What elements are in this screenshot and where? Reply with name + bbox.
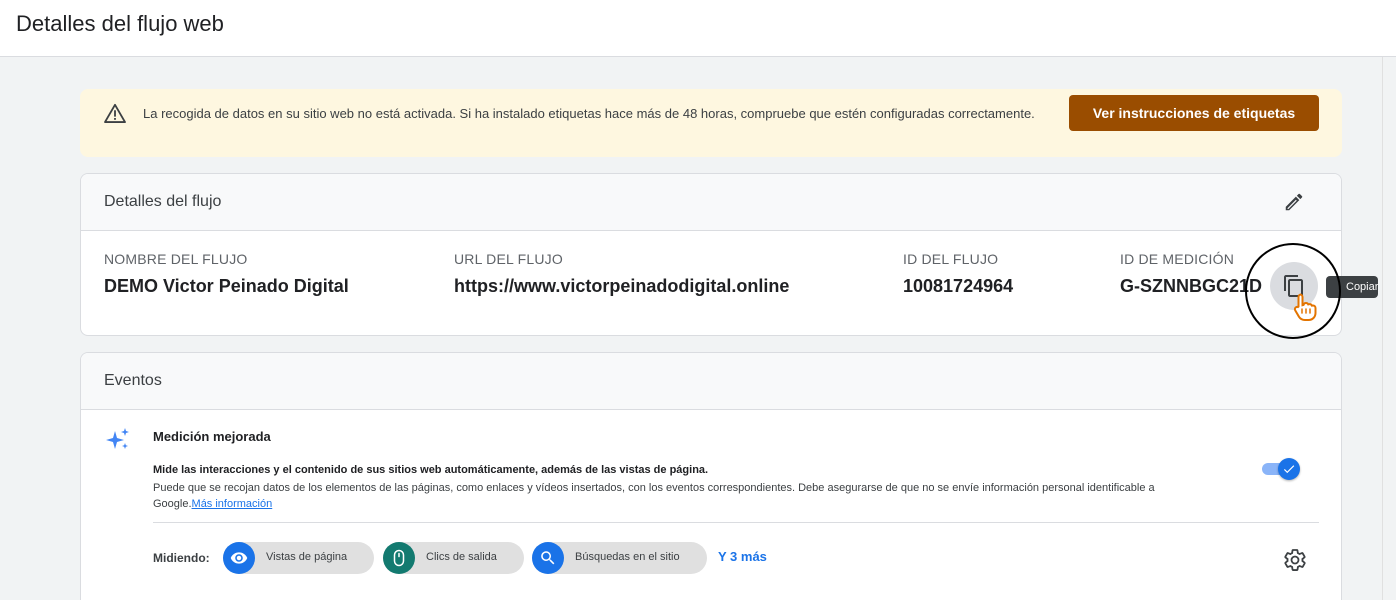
page-title: Detalles del flujo web bbox=[16, 11, 224, 36]
page-scrollbar[interactable] bbox=[1382, 57, 1396, 600]
chip-outbound-clicks-label: Clics de salida bbox=[426, 551, 497, 563]
chip-outbound-clicks-icon-bg bbox=[383, 542, 415, 574]
chip-page-views[interactable]: Vistas de página bbox=[223, 542, 374, 574]
enhanced-measurement-toggle[interactable] bbox=[1262, 458, 1302, 480]
learn-more-link[interactable]: Más información bbox=[192, 498, 273, 510]
mouse-icon bbox=[393, 549, 405, 567]
enhanced-measurement-description: Mide las interacciones y el contenido de… bbox=[153, 464, 709, 476]
warning-icon bbox=[104, 103, 126, 123]
stream-details-header: Detalles del flujo bbox=[81, 174, 1341, 231]
pencil-icon[interactable] bbox=[1283, 191, 1305, 213]
chip-page-views-label: Vistas de página bbox=[266, 551, 348, 563]
view-tag-instructions-button[interactable]: Ver instrucciones de etiquetas bbox=[1069, 95, 1319, 131]
events-header: Eventos bbox=[81, 353, 1341, 410]
toggle-knob bbox=[1278, 458, 1300, 480]
top-bar: Detalles del flujo web bbox=[0, 0, 1396, 57]
pointer-hand-icon bbox=[1293, 293, 1317, 321]
stream-id-value: 10081724964 bbox=[903, 276, 1014, 296]
stream-url-label: URL DEL FLUJO bbox=[454, 251, 563, 267]
stream-url-field: URL DEL FLUJO https://www.victorpeinadod… bbox=[454, 251, 789, 297]
gear-icon[interactable] bbox=[1283, 548, 1307, 572]
data-collection-alert: La recogida de datos en su sitio web no … bbox=[80, 89, 1342, 157]
section-divider bbox=[153, 522, 1319, 523]
chip-site-search-icon-bg bbox=[532, 542, 564, 574]
stream-name-value: DEMO Victor Peinado Digital bbox=[104, 276, 349, 296]
chip-site-search[interactable]: Búsquedas en el sitio bbox=[532, 542, 707, 574]
check-icon bbox=[1283, 465, 1295, 474]
stream-url-value: https://www.victorpeinadodigital.online bbox=[454, 276, 790, 296]
stream-details-title: Detalles del flujo bbox=[104, 193, 222, 210]
show-more-link[interactable]: Y 3 más bbox=[718, 549, 767, 564]
events-card: Eventos Medición mejorada Mide las inter… bbox=[80, 352, 1342, 600]
chip-outbound-clicks[interactable]: Clics de salida bbox=[383, 542, 524, 574]
stream-name-field: NOMBRE DEL FLUJO DEMO Victor Peinado Dig… bbox=[104, 251, 349, 297]
sparkle-icon bbox=[106, 428, 129, 449]
stream-name-label: NOMBRE DEL FLUJO bbox=[104, 251, 248, 267]
measuring-label: Midiendo: bbox=[153, 551, 210, 565]
measurement-id-label: ID DE MEDICIÓN bbox=[1120, 251, 1235, 267]
chip-page-views-icon-bg bbox=[223, 542, 255, 574]
alert-message: La recogida de datos en su sitio web no … bbox=[143, 106, 1035, 121]
measurement-id-field: ID DE MEDICIÓN G-SZNNBGC21D bbox=[1120, 251, 1262, 297]
chip-site-search-label: Búsquedas en el sitio bbox=[575, 551, 680, 563]
enhanced-measurement-title: Medición mejorada bbox=[153, 429, 271, 444]
eye-icon bbox=[230, 552, 248, 564]
enhanced-measurement-subtext: Puede que se recojan datos de los elemen… bbox=[153, 480, 1213, 512]
events-title: Eventos bbox=[104, 372, 162, 389]
measurement-id-value[interactable]: G-SZNNBGC21D bbox=[1120, 276, 1262, 297]
stream-details-card: Detalles del flujo NOMBRE DEL FLUJO DEMO… bbox=[80, 173, 1342, 336]
stream-id-field: ID DEL FLUJO 10081724964 bbox=[903, 251, 1013, 297]
search-icon bbox=[541, 551, 555, 565]
enhanced-measurement-subtext-body: Puede que se recojan datos de los elemen… bbox=[153, 482, 1155, 510]
stream-id-label: ID DEL FLUJO bbox=[903, 251, 999, 267]
